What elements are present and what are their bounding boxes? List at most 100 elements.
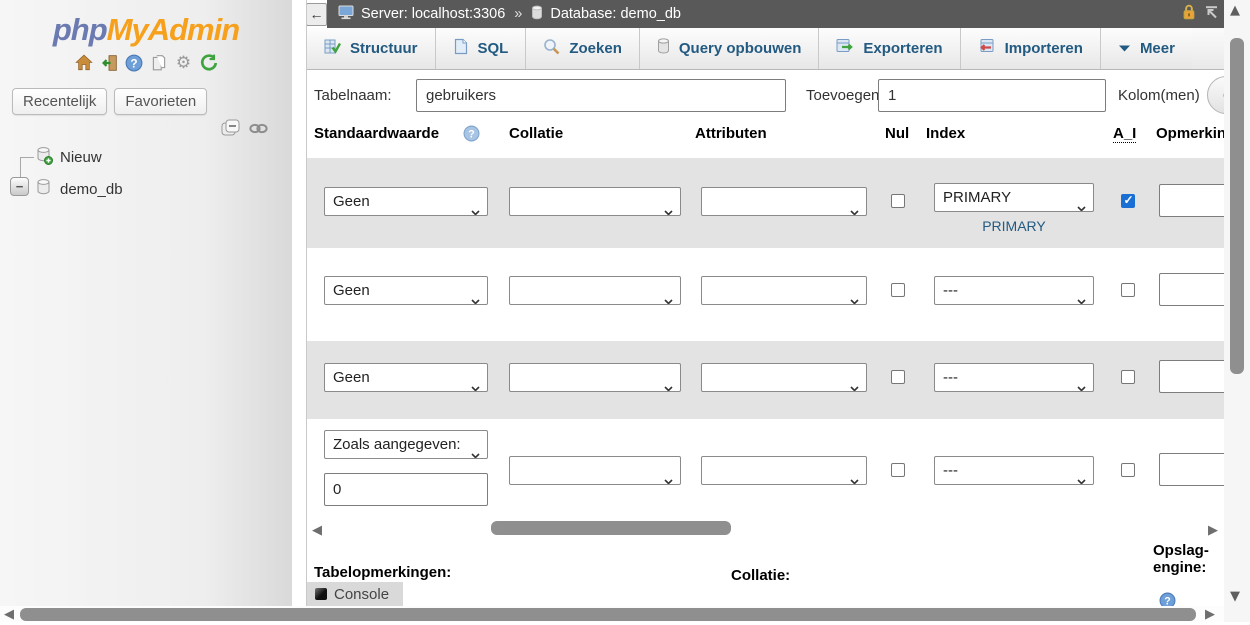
index-select[interactable]: --- xyxy=(934,363,1094,392)
tab-sql[interactable]: SQL xyxy=(436,28,527,69)
tab-zoeken[interactable]: Zoeken xyxy=(526,28,640,69)
tree-connector xyxy=(20,157,34,158)
columns-go-button[interactable]: ● xyxy=(1207,76,1224,114)
scroll-down-icon[interactable]: ▼ xyxy=(1230,590,1240,603)
vertical-scrollbar-thumb[interactable] xyxy=(1230,38,1244,374)
column-row-4: Zoals aangegeven: --- xyxy=(307,419,1224,515)
null-checkbox[interactable] xyxy=(891,194,905,208)
help-icon[interactable]: ? xyxy=(124,54,143,73)
tab-importeren[interactable]: Importeren xyxy=(961,28,1101,69)
vertical-scrollbar[interactable]: ▲ ▼ xyxy=(1224,0,1250,622)
auto-increment-checkbox[interactable] xyxy=(1121,283,1135,297)
tab-structuur[interactable]: Structuur xyxy=(307,28,436,69)
select-chevron-icon xyxy=(471,441,480,459)
console-button[interactable]: Console xyxy=(306,582,403,606)
breadcrumb-server[interactable]: Server: localhost:3306 xyxy=(361,6,505,22)
default-select[interactable]: Geen xyxy=(324,187,488,216)
add-columns-input[interactable] xyxy=(878,79,1106,112)
collation-select[interactable] xyxy=(509,456,681,485)
select-chevron-icon xyxy=(664,198,673,216)
attributes-select[interactable] xyxy=(701,456,867,485)
tab-label: Exporteren xyxy=(863,40,942,57)
settings-icon[interactable]: ⚙ xyxy=(174,54,193,73)
auto-increment-checkbox[interactable] xyxy=(1121,370,1135,384)
svg-text:?: ? xyxy=(468,128,474,140)
database-icon xyxy=(531,5,543,24)
tree-item-demo-db[interactable]: demo_db xyxy=(36,178,123,200)
tree-item-new-database[interactable]: Nieuw xyxy=(36,146,102,169)
default-select[interactable]: Geen xyxy=(324,363,488,392)
comment-input[interactable] xyxy=(1159,273,1224,306)
console-icon xyxy=(315,588,327,600)
collation-select[interactable] xyxy=(509,363,681,392)
select-value: PRIMARY xyxy=(943,189,1011,206)
link-with-main-icon[interactable] xyxy=(249,121,268,139)
primary-index-link[interactable]: PRIMARY xyxy=(934,218,1094,234)
storage-engine-label: Opslag-engine: xyxy=(1153,542,1209,576)
bottom-scrollbar-thumb[interactable] xyxy=(20,608,1196,621)
help-icon[interactable]: ? xyxy=(463,125,480,142)
bottom-horizontal-scrollbar[interactable]: ◀ ▶ xyxy=(0,606,1224,622)
auto-increment-checkbox[interactable] xyxy=(1121,194,1135,208)
query-icon xyxy=(657,38,670,59)
tab-query-opbouwen[interactable]: Query opbouwen xyxy=(640,28,820,69)
storage-engine-line1: Opslag- xyxy=(1153,542,1209,559)
scroll-right-icon[interactable]: ▶ xyxy=(1208,524,1218,537)
lock-icon[interactable] xyxy=(1182,4,1196,24)
select-chevron-icon xyxy=(664,374,673,392)
phpmyadmin-logo[interactable]: phpMyAdmin xyxy=(0,0,292,48)
null-checkbox[interactable] xyxy=(891,370,905,384)
attributes-select[interactable] xyxy=(701,363,867,392)
attributes-select[interactable] xyxy=(701,187,867,216)
default-select[interactable]: Geen xyxy=(324,276,488,305)
scroll-right-icon[interactable]: ▶ xyxy=(1205,608,1215,621)
tab-exporteren[interactable]: Exporteren xyxy=(819,28,960,69)
scroll-top-icon[interactable] xyxy=(1204,5,1219,24)
select-chevron-icon xyxy=(471,374,480,392)
collation-select[interactable] xyxy=(509,276,681,305)
collapse-all-icon[interactable] xyxy=(221,119,242,141)
sql-icon xyxy=(453,38,469,60)
scroll-left-icon[interactable]: ◀ xyxy=(312,524,322,537)
header-auto-increment[interactable]: A_I xyxy=(1113,125,1136,143)
select-value: --- xyxy=(943,282,958,299)
comment-input[interactable] xyxy=(1159,184,1224,217)
scroll-left-icon[interactable]: ◀ xyxy=(4,608,14,621)
refresh-icon[interactable] xyxy=(199,54,218,73)
null-checkbox[interactable] xyxy=(891,463,905,477)
default-select[interactable]: Zoals aangegeven: xyxy=(324,430,488,459)
auto-increment-checkbox[interactable] xyxy=(1121,463,1135,477)
topbar-actions xyxy=(1182,0,1219,28)
exit-icon[interactable] xyxy=(99,54,118,73)
scroll-up-icon[interactable]: ▲ xyxy=(1230,4,1240,17)
back-button[interactable]: ← xyxy=(306,3,327,26)
database-icon xyxy=(36,178,53,200)
tree-expander-demo-db[interactable]: − xyxy=(10,177,29,196)
attributes-select[interactable] xyxy=(701,276,867,305)
index-select[interactable]: PRIMARY xyxy=(934,183,1094,212)
comment-input[interactable] xyxy=(1159,360,1224,393)
table-name-input[interactable] xyxy=(416,79,786,112)
index-select[interactable]: --- xyxy=(934,456,1094,485)
home-icon[interactable] xyxy=(74,54,93,73)
docs-icon[interactable] xyxy=(149,54,168,73)
null-checkbox[interactable] xyxy=(891,283,905,297)
help-icon[interactable]: ? xyxy=(1159,592,1176,606)
select-chevron-icon xyxy=(471,198,480,216)
breadcrumb-database[interactable]: Database: demo_db xyxy=(550,6,681,22)
index-select[interactable]: --- xyxy=(934,276,1094,305)
select-chevron-icon xyxy=(850,374,859,392)
tab-meer[interactable]: Meer xyxy=(1101,28,1192,69)
favorite-tables-button[interactable]: Favorieten xyxy=(114,88,207,115)
select-value: Geen xyxy=(333,193,370,210)
select-value: Geen xyxy=(333,282,370,299)
svg-text:?: ? xyxy=(130,56,137,70)
breadcrumb-separator: » xyxy=(514,6,522,22)
recent-tables-button[interactable]: Recentelijk xyxy=(12,88,107,115)
default-value-input[interactable] xyxy=(324,473,488,506)
comment-input[interactable] xyxy=(1159,453,1224,486)
select-value: Zoals aangegeven: xyxy=(333,436,461,453)
horizontal-scrollbar-thumb[interactable] xyxy=(491,521,731,535)
select-chevron-icon xyxy=(1077,374,1086,392)
collation-select[interactable] xyxy=(509,187,681,216)
